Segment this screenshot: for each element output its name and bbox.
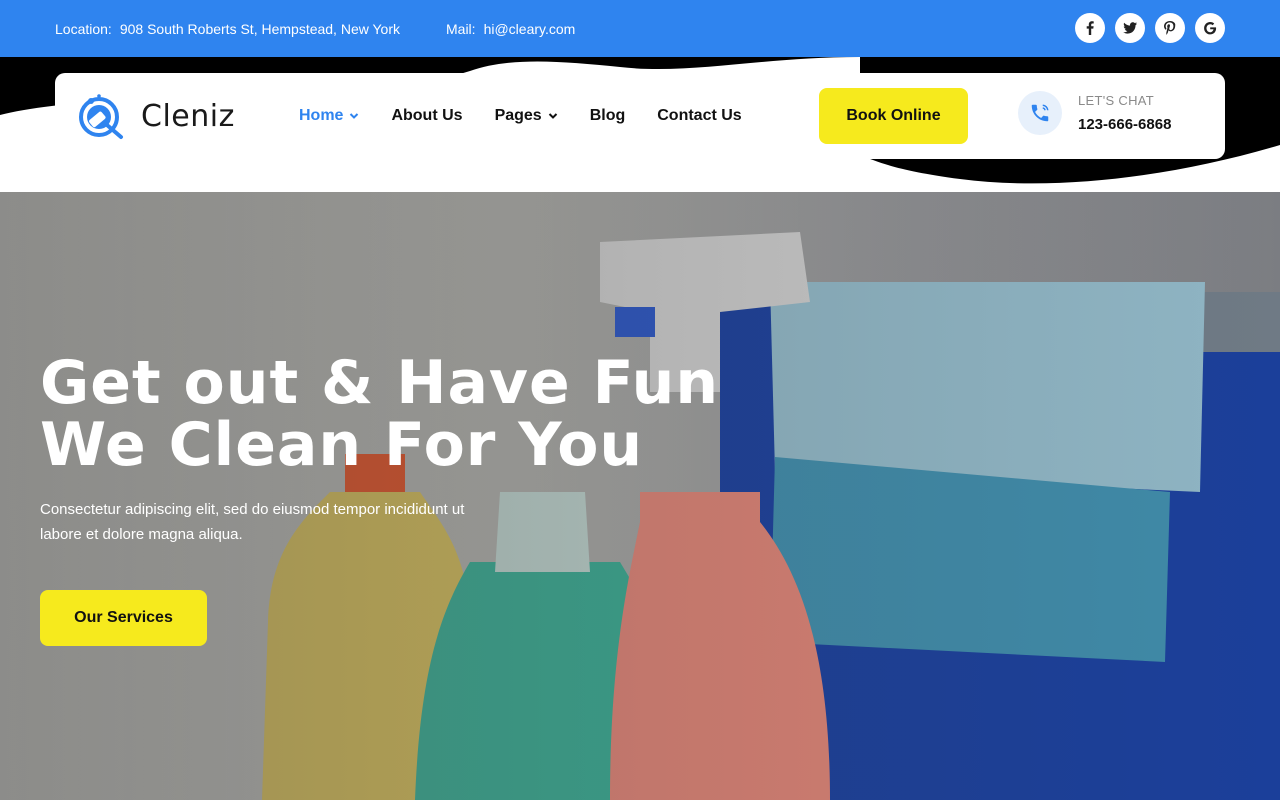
site-logo[interactable]: Cleniz <box>77 91 235 141</box>
nav-item-label: About Us <box>391 107 463 124</box>
pinterest-icon[interactable] <box>1155 13 1185 43</box>
social-links <box>1075 13 1225 43</box>
twitter-icon[interactable] <box>1115 13 1145 43</box>
google-icon[interactable] <box>1195 13 1225 43</box>
main-navigation: Cleniz Home About Us Pages Blog Contact … <box>55 73 1225 159</box>
hero-headline: Get out & Have Fun We Clean For You <box>40 352 719 476</box>
hero-overlay <box>0 192 1280 800</box>
nav-item-label: Contact Us <box>657 107 742 124</box>
location-label: Location: <box>55 21 112 37</box>
brand-name: Cleniz <box>141 98 235 134</box>
chat-phone-number[interactable]: 123-666-6868 <box>1078 116 1171 133</box>
hero-section: Get out & Have Fun We Clean For You Cons… <box>0 192 1280 800</box>
logo-icon <box>79 94 123 139</box>
mail-label: Mail: <box>446 21 476 37</box>
book-online-button[interactable]: Book Online <box>819 88 968 144</box>
location-info: Location: 908 South Roberts St, Hempstea… <box>55 21 400 37</box>
hero-subtext: Consectetur adipiscing elit, sed do eius… <box>40 501 465 543</box>
nav-item-contact[interactable]: Contact Us <box>657 107 741 125</box>
chat-label: LET'S CHAT <box>1078 93 1155 108</box>
nav-item-home[interactable]: Home <box>299 107 359 125</box>
chat-text: LET'S CHAT 123-666-6868 <box>1078 93 1171 133</box>
headline-line-1: Get out & Have Fun <box>40 348 720 418</box>
our-services-button[interactable]: Our Services <box>40 590 207 646</box>
facebook-icon[interactable] <box>1075 13 1105 43</box>
phone-icon <box>1018 91 1062 135</box>
headline-line-2: We Clean For You <box>40 410 644 480</box>
mail-info: Mail: hi@cleary.com <box>446 21 575 37</box>
nav-item-pages[interactable]: Pages <box>495 107 558 125</box>
mail-link[interactable]: hi@cleary.com <box>484 21 576 37</box>
nav-item-label: Pages <box>494 107 542 124</box>
nav-item-about[interactable]: About Us <box>391 107 462 125</box>
chat-contact[interactable]: LET'S CHAT 123-666-6868 <box>1018 91 1171 135</box>
nav-item-blog[interactable]: Blog <box>590 107 626 125</box>
nav-menu: Home About Us Pages Blog Contact Us <box>299 107 742 125</box>
top-bar: Location: 908 South Roberts St, Hempstea… <box>0 0 1280 57</box>
chevron-down-icon <box>350 113 359 119</box>
nav-item-label: Blog <box>589 107 626 124</box>
location-value: 908 South Roberts St, Hempstead, New Yor… <box>119 21 400 37</box>
nav-item-label: Home <box>299 107 344 124</box>
chevron-down-icon <box>548 113 557 119</box>
